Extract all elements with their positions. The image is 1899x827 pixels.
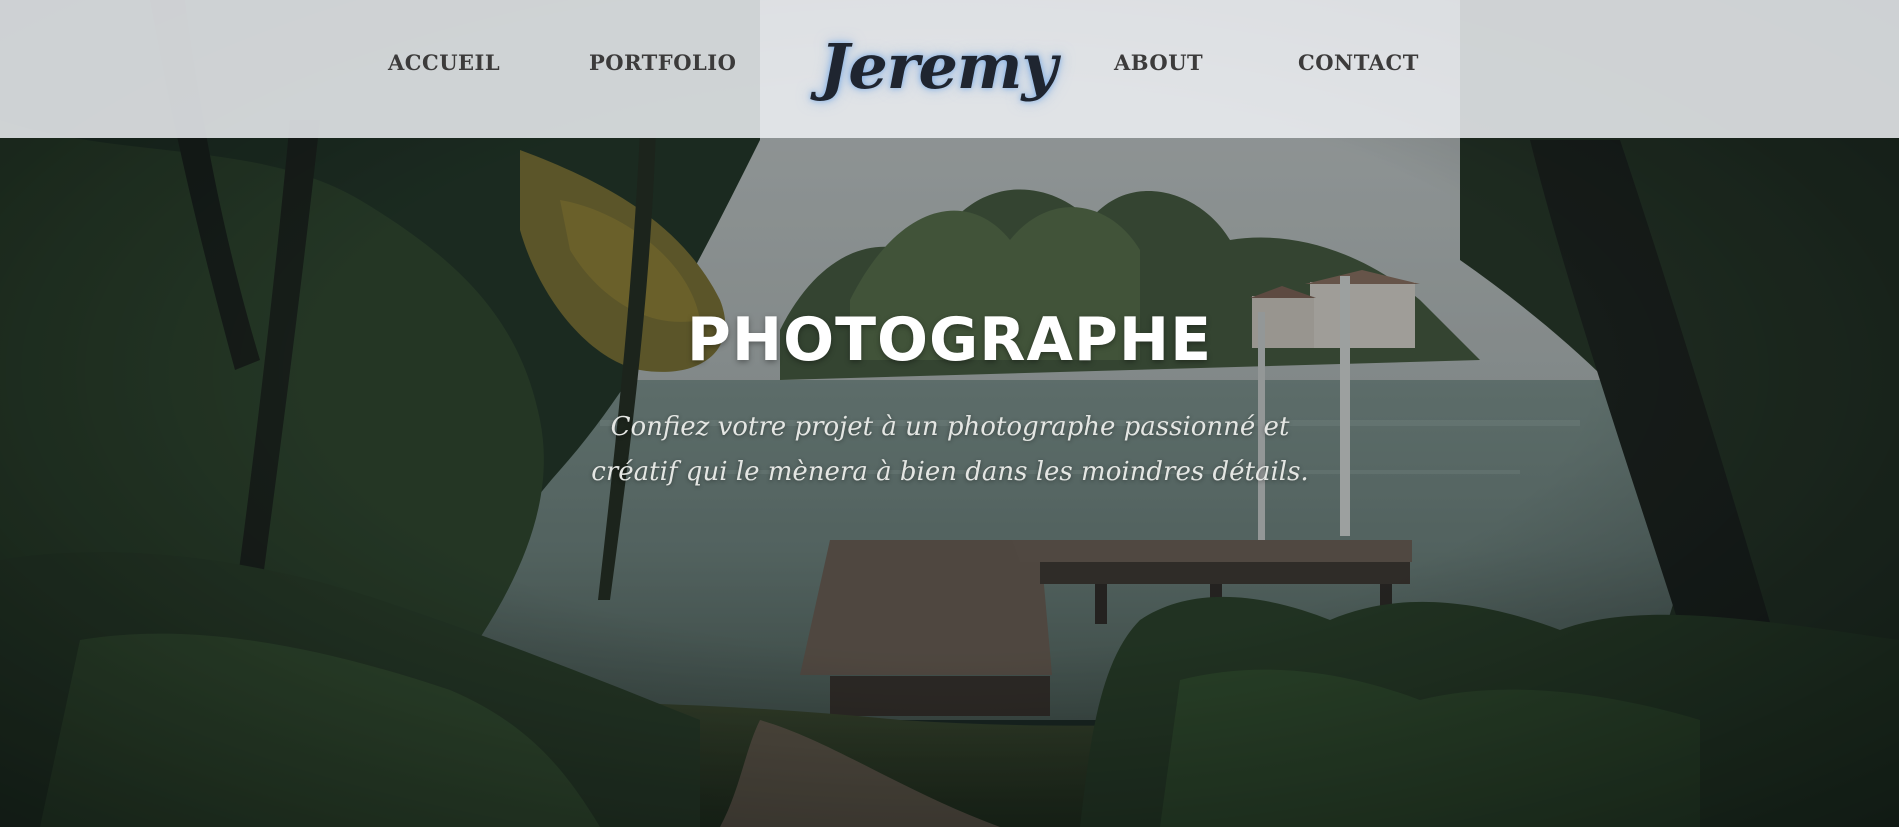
hero-subtitle: Confiez votre projet à un photographe pa… <box>560 405 1340 495</box>
header-bar: ACCUEIL PORTFOLIO Jeremy ABOUT CONTACT <box>0 0 1899 138</box>
nav-link-portfolio[interactable]: PORTFOLIO <box>589 50 736 75</box>
hero-subtitle-line-2: créatif qui le mènera à bien dans les mo… <box>591 457 1309 487</box>
hero-subtitle-line-1: Confiez votre projet à un photographe pa… <box>610 412 1290 442</box>
hero-title: PHOTOGRAPHE <box>686 305 1213 375</box>
nav-link-accueil[interactable]: ACCUEIL <box>388 50 500 75</box>
nav-link-about[interactable]: ABOUT <box>1114 50 1203 75</box>
page: ACCUEIL PORTFOLIO Jeremy ABOUT CONTACT P… <box>0 0 1899 827</box>
site-logo[interactable]: Jeremy <box>820 14 1058 119</box>
nav-link-contact[interactable]: CONTACT <box>1298 50 1419 75</box>
